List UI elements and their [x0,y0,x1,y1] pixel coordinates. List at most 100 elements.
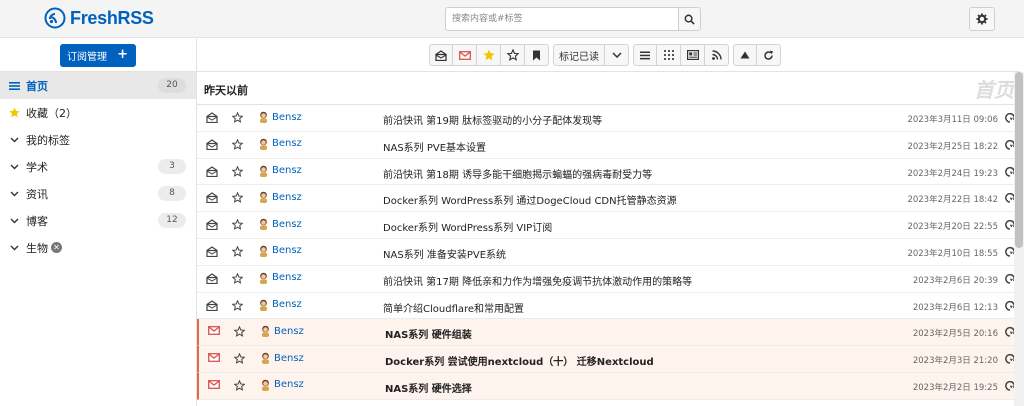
article-feed-link[interactable]: Bensz [258,245,302,257]
view-normal-button[interactable] [633,44,657,66]
mark-read-dropdown-button[interactable] [605,44,629,66]
scrollbar-thumb[interactable] [1015,72,1023,248]
sidebar-item-my-tags[interactable]: 我的标签 [0,126,196,153]
filter-read-button[interactable] [429,44,453,66]
toggle-read-button[interactable] [206,219,218,233]
toggle-favorite-button[interactable] [231,218,244,233]
article-row[interactable]: Bensz Docker系列 WordPress系列 通过DogeCloud CD… [197,185,1020,213]
article-feed-link[interactable]: Bensz [260,379,304,391]
toggle-read-button[interactable] [208,353,220,365]
article-row[interactable]: Bensz NAS系列 硬件选择 2023年2月2日 19:25 [197,372,1020,400]
article-title[interactable]: Docker系列 WordPress系列 VIP订阅 [383,219,552,234]
sort-order-button[interactable] [733,44,757,66]
article-date: 2023年2月2日 19:25 [912,382,998,393]
article-row[interactable]: Bensz 简单介绍Cloudflare和常用配置 2023年2月6日 12:13 [197,293,1020,320]
sidebar-item-home[interactable]: 首页 20 [0,72,196,99]
toggle-read-button[interactable] [206,139,218,153]
article-title[interactable]: 简单介绍Cloudflare和常用配置 [383,300,524,315]
article-date: 2023年2月6日 20:39 [912,275,998,286]
toggle-favorite-button[interactable] [233,325,246,340]
article-title[interactable]: Docker系列 尝试使用nextcloud（十） 迁移Nextcloud [385,353,654,368]
toggle-read-button[interactable] [206,112,218,126]
article-feed-link[interactable]: Bensz [258,272,302,284]
filter-starred-button[interactable] [477,44,501,66]
article-date: 2023年2月25日 18:22 [907,141,998,152]
search-input[interactable]: 搜索内容或#标签 [445,7,678,31]
article-feed-link[interactable]: Bensz [258,165,302,177]
article-title[interactable]: NAS系列 硬件组装 [385,326,472,341]
article-feed-link[interactable]: Bensz [258,299,302,311]
feed-name: Bensz [274,325,304,337]
article-title[interactable]: NAS系列 硬件选择 [385,380,472,395]
article-feed-link[interactable]: Bensz [258,138,302,150]
feed-favicon-icon [260,272,267,284]
rss-feed-button[interactable] [705,44,729,66]
toggle-favorite-button[interactable] [231,165,244,180]
toggle-favorite-button[interactable] [231,299,244,314]
star-outline-icon [231,165,244,177]
article-row[interactable]: Bensz Docker系列 WordPress系列 VIP订阅 2023年2月20… [197,212,1020,239]
star-outline-icon [231,191,244,204]
toggle-read-button[interactable] [208,380,220,392]
filter-unstarred-button[interactable] [501,44,525,66]
sidebar-item-favorites[interactable]: 收藏（2） [0,99,196,126]
toggle-read-button[interactable] [206,273,218,287]
article-feed-link[interactable]: Bensz [258,191,302,204]
subscription-management-label: 订阅管理 [67,52,107,63]
toggle-favorite-button[interactable] [233,379,246,394]
sidebar-item-news[interactable]: 资讯 8 [0,180,196,207]
article-feed-link[interactable]: Bensz [260,325,304,338]
toggle-read-button[interactable] [206,299,218,314]
article-row[interactable]: Bensz 前沿快讯 第19期 肽标签驱动的小分子配体发现等 2023年3月11日 … [197,105,1020,132]
day-group-title: 昨天以前 [204,84,248,97]
toggle-read-button[interactable] [208,326,220,338]
article-feed-link[interactable]: Bensz [258,111,302,123]
article-title[interactable]: 前沿快讯 第17期 降低亲和力作为增强免疫调节抗体激动作用的策略等 [383,273,692,288]
grid-icon [663,50,674,60]
settings-button[interactable] [969,7,995,31]
scrollbar[interactable] [1014,72,1024,406]
article-row[interactable]: Bensz NAS系列 PVE基本设置 2023年2月25日 18:22 [197,132,1020,159]
toggle-read-button[interactable] [206,246,218,260]
view-reader-button[interactable] [681,44,705,66]
toggle-favorite-button[interactable] [231,191,244,206]
article-row[interactable]: Bensz NAS系列 准备安装PVE系统 2023年2月10日 18:55 [197,239,1020,266]
feed-favicon-icon [260,111,267,123]
subscription-management-button[interactable]: 订阅管理 + [60,44,136,67]
unread-count-badge: 12 [158,213,186,228]
toggle-read-button[interactable] [206,165,218,180]
feed-favicon-icon [260,165,267,177]
article-title[interactable]: Docker系列 WordPress系列 通过DogeCloud CDN托管静态… [383,192,677,207]
article-date: 2023年2月5日 20:16 [912,329,998,340]
sidebar-item-blog[interactable]: 博客 12 [0,207,196,234]
sidebar-item-biology[interactable]: 生物 ✕ [0,234,196,261]
mark-all-read-button[interactable]: 标记已读 [553,44,605,66]
article-row[interactable]: Bensz 前沿快讯 第18期 诱导多能干细胞揭示蝙蝠的强病毒耐受力等 2023年2… [197,159,1020,186]
article-row[interactable]: Bensz Docker系列 尝试使用nextcloud（十） 迁移Nextclo… [197,346,1020,373]
envelope-open-icon [206,219,218,231]
envelope-open-icon [435,49,447,61]
toggle-favorite-button[interactable] [231,245,244,260]
toggle-favorite-button[interactable] [231,111,244,126]
refresh-button[interactable] [757,44,781,66]
article-title[interactable]: 前沿快讯 第19期 肽标签驱动的小分子配体发现等 [383,112,602,127]
toggle-read-button[interactable] [206,192,218,206]
app-logo[interactable]: FreshRSS [44,7,154,29]
toggle-favorite-button[interactable] [231,138,244,153]
article-title[interactable]: 前沿快讯 第18期 诱导多能干细胞揭示蝙蝠的强病毒耐受力等 [383,166,652,181]
sidebar-item-academic[interactable]: 学术 3 [0,153,196,180]
article-row[interactable]: Bensz NAS系列 硬件组装 2023年2月5日 20:16 [197,319,1020,347]
feed-name: Bensz [274,379,304,391]
view-grid-button[interactable] [657,44,681,66]
toggle-favorite-button[interactable] [233,352,246,367]
article-feed-link[interactable]: Bensz [260,352,304,365]
toggle-favorite-button[interactable] [231,272,244,287]
search-button[interactable] [678,7,701,31]
article-row[interactable]: Bensz 前沿快讯 第17期 降低亲和力作为增强免疫调节抗体激动作用的策略等 20… [197,266,1020,293]
filter-bookmark-button[interactable] [525,44,549,66]
envelope-icon [208,353,220,363]
article-feed-link[interactable]: Bensz [258,218,302,231]
article-title[interactable]: NAS系列 准备安装PVE系统 [383,246,506,261]
article-title[interactable]: NAS系列 PVE基本设置 [383,139,486,154]
filter-unread-button[interactable] [453,44,477,66]
